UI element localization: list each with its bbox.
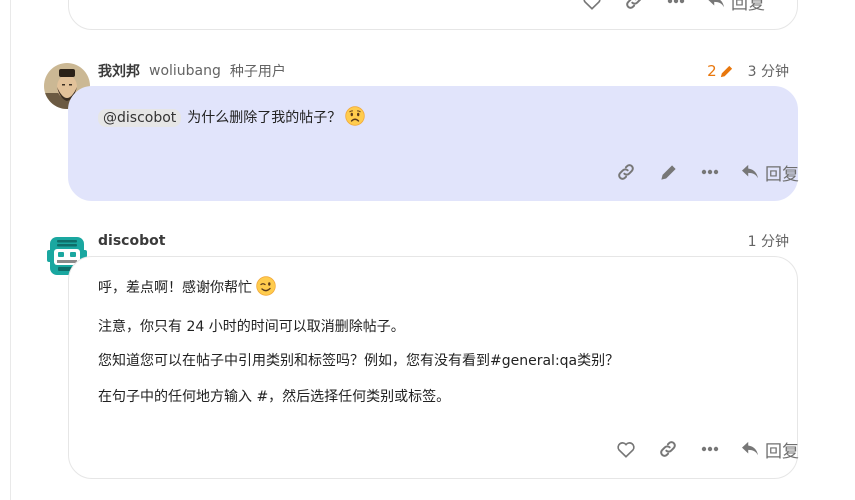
more-button[interactable]: [689, 158, 731, 186]
reply-button[interactable]: 回复: [697, 0, 765, 15]
bot-line-2: 注意，你只有 24 小时的时间可以取消删除帖子。: [98, 319, 405, 335]
worried-face-icon: [345, 106, 365, 130]
reply-button[interactable]: 回复: [731, 158, 799, 186]
reply-icon: [742, 441, 758, 456]
reply-label: 回复: [731, 0, 765, 14]
bot-line-4: 在句子中的任何地方输入 #，然后选择任何类别或标签。: [98, 389, 451, 405]
more-button[interactable]: [655, 0, 697, 15]
reply-icon: [708, 0, 724, 8]
post-time[interactable]: 3 分钟: [748, 61, 789, 81]
user-title: 种子用户: [229, 64, 286, 80]
bot-post-meta: discobot 1 分钟: [98, 231, 789, 251]
post-time[interactable]: 1 分钟: [748, 231, 789, 251]
reply-label: 回复: [765, 441, 799, 462]
edit-button[interactable]: [647, 158, 689, 186]
user-post-body: @discobot 为什么删除了我的帖子？: [98, 106, 365, 130]
like-button[interactable]: [571, 0, 613, 15]
link-icon: [660, 441, 676, 457]
bot-line-3: 您知道您可以在帖子中引用类别和标签吗？例如，您有没有看到#general:qa类…: [98, 353, 620, 369]
edit-history-button[interactable]: 2: [707, 62, 734, 80]
post-meta: 我刘邦 woliubang 种子用户 2 3 分钟: [98, 61, 789, 81]
more-button[interactable]: [689, 435, 731, 463]
copy-link-button[interactable]: [605, 158, 647, 186]
username[interactable]: woliubang: [149, 63, 221, 79]
edit-count: 2: [707, 62, 717, 80]
heart-icon: [617, 442, 635, 458]
post-message: 为什么删除了我的帖子？: [187, 110, 342, 126]
reply-button[interactable]: 回复: [731, 435, 799, 463]
reply-icon: [742, 164, 758, 179]
bot-post-actions: 回复: [605, 435, 799, 463]
display-name[interactable]: 我刘邦: [98, 61, 140, 81]
pencil-icon: [720, 65, 732, 77]
link-icon: [626, 0, 641, 9]
display-name[interactable]: discobot: [98, 233, 165, 249]
heart-icon: [583, 0, 601, 10]
copy-link-button[interactable]: [613, 0, 655, 15]
ellipsis-icon: [701, 169, 719, 175]
ellipsis-icon: [667, 0, 685, 4]
link-icon: [618, 164, 634, 180]
user-post-actions: 回复: [605, 158, 799, 186]
timeline-divider: [10, 0, 11, 500]
bot-line-1: 呼，差点啊！感谢你帮忙: [98, 280, 252, 296]
like-button[interactable]: [605, 435, 647, 463]
bot-post-body: 呼，差点啊！感谢你帮忙: [98, 276, 276, 300]
ellipsis-icon: [701, 446, 719, 452]
previous-post-card: 回复: [68, 0, 798, 30]
reply-label: 回复: [765, 164, 799, 185]
winking-face-icon: [256, 276, 276, 300]
pencil-icon: [660, 164, 676, 180]
copy-link-button[interactable]: [647, 435, 689, 463]
topic-stream: 回复 我刘邦 woliubang 种子用户 2 3 分钟 @discobot 为什…: [0, 0, 855, 500]
mention-link[interactable]: @discobot: [98, 109, 182, 127]
